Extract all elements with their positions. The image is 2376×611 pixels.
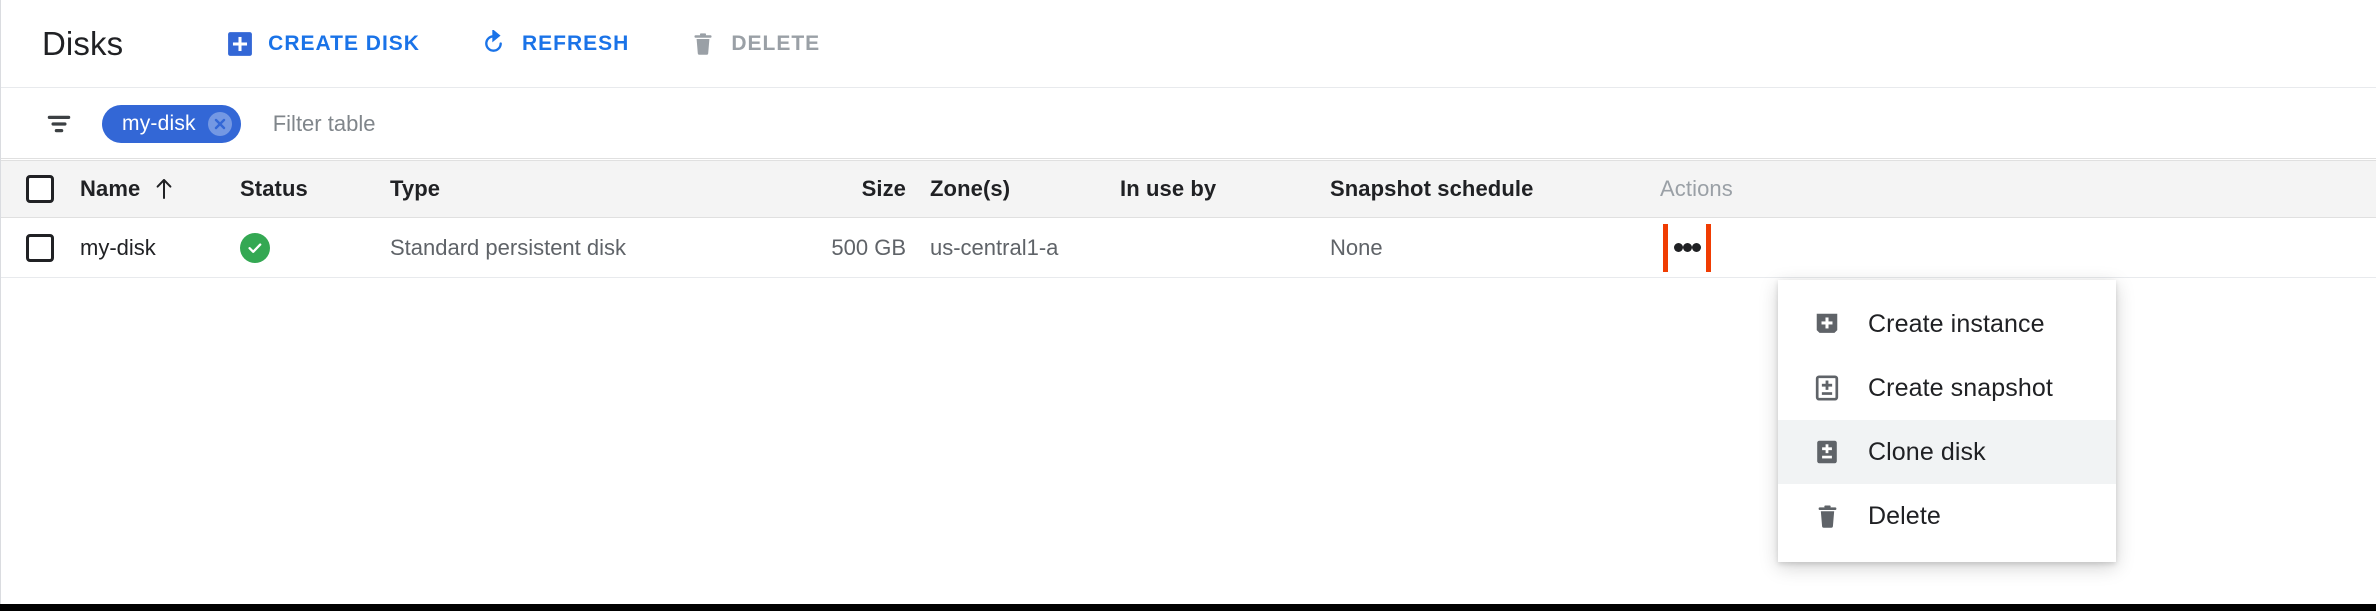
- create-disk-button-label: Create disk: [268, 31, 420, 55]
- delete-button[interactable]: Delete: [672, 17, 837, 71]
- arrow-up-icon: [154, 178, 174, 200]
- column-header-zone[interactable]: Zone(s): [930, 176, 1120, 202]
- page-title: Disks: [42, 24, 124, 62]
- column-header-type[interactable]: Type: [390, 176, 770, 202]
- select-all-header: [0, 175, 80, 203]
- cell-size: 500 GB: [831, 234, 906, 260]
- check-circle-icon: [240, 232, 270, 263]
- row-checkbox[interactable]: [26, 233, 54, 262]
- column-header-name[interactable]: Name: [80, 176, 240, 202]
- create-snapshot-icon: [1812, 373, 1842, 403]
- column-header-actions: Actions: [1660, 176, 1733, 201]
- cell-name[interactable]: my-disk: [80, 235, 240, 261]
- menu-item-create-instance-label: Create instance: [1868, 309, 2045, 338]
- row-select-cell: [0, 233, 80, 262]
- cell-status: [240, 232, 390, 263]
- table-row[interactable]: my-disk Standard persistent disk 500 GB …: [0, 218, 2376, 278]
- clone-disk-icon: [1812, 437, 1842, 467]
- chip-close-icon[interactable]: [207, 111, 232, 136]
- trash-icon: [1812, 501, 1842, 531]
- filter-list-icon[interactable]: [42, 107, 76, 141]
- window-left-edge: [0, 0, 1, 605]
- menu-item-delete[interactable]: Delete: [1778, 484, 2116, 548]
- table-header-row: Name Status Type Size Zone(s) In use by …: [0, 160, 2376, 218]
- window-bottom-bar: [0, 604, 2376, 611]
- delete-button-label: Delete: [731, 31, 821, 55]
- refresh-icon: [480, 30, 508, 58]
- column-header-name-label: Name: [80, 176, 141, 201]
- refresh-button-label: Refresh: [521, 31, 630, 55]
- cell-zone: us-central1-a: [930, 234, 1059, 260]
- page-toolbar: Disks Create disk: [0, 0, 2376, 88]
- create-disk-button[interactable]: Create disk: [209, 17, 437, 71]
- filter-chip-label: my-disk: [122, 111, 196, 135]
- create-instance-icon: [1812, 309, 1842, 339]
- column-header-size[interactable]: Size: [770, 176, 930, 202]
- select-all-checkbox[interactable]: [26, 175, 54, 203]
- column-header-in-use-by[interactable]: In use by: [1120, 176, 1330, 202]
- trash-icon: [689, 30, 717, 58]
- menu-item-clone-disk[interactable]: Clone disk: [1778, 420, 2116, 484]
- menu-item-delete-label: Delete: [1868, 501, 1941, 530]
- refresh-button[interactable]: Refresh: [463, 17, 646, 71]
- dot: [1673, 243, 1683, 252]
- cell-type: Standard persistent disk: [390, 234, 627, 260]
- menu-item-create-snapshot-label: Create snapshot: [1868, 373, 2053, 402]
- column-header-status[interactable]: Status: [240, 176, 390, 202]
- filter-chip-my-disk[interactable]: my-disk: [102, 104, 241, 143]
- toolbar-actions: Create disk Refresh: [209, 17, 837, 71]
- cell-snapshot-schedule: None: [1330, 234, 1383, 260]
- create-disk-icon: [226, 30, 254, 58]
- filter-bar: my-disk: [0, 89, 2376, 159]
- column-header-snapshot-schedule[interactable]: Snapshot schedule: [1330, 176, 1660, 202]
- menu-item-create-snapshot[interactable]: Create snapshot: [1778, 356, 2116, 420]
- cell-actions: [1660, 223, 2376, 272]
- menu-item-clone-disk-label: Clone disk: [1868, 437, 1986, 466]
- dot: [1691, 243, 1701, 252]
- actions-dropdown-menu: Create instance Create snapshot Clone di…: [1778, 280, 2116, 562]
- more-vert-icon[interactable]: [1663, 223, 1711, 272]
- disks-table: Name Status Type Size Zone(s) In use by …: [0, 160, 2376, 278]
- disks-page: Disks Create disk: [0, 0, 2376, 611]
- filter-input[interactable]: [270, 103, 791, 144]
- dot: [1682, 243, 1692, 252]
- menu-item-create-instance[interactable]: Create instance: [1778, 292, 2116, 356]
